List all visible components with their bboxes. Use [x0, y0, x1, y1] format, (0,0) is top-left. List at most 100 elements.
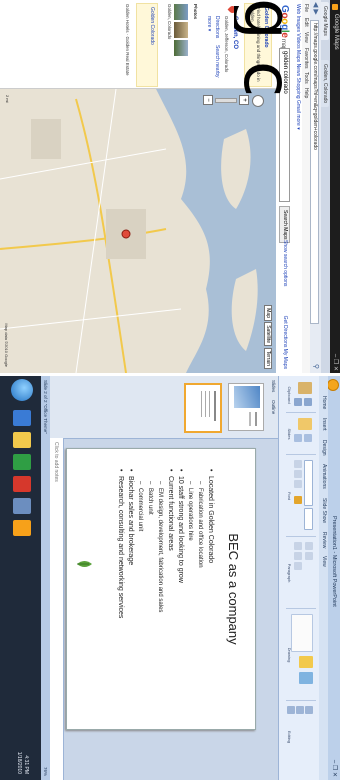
- numbering-icon[interactable]: [305, 552, 313, 560]
- tab-insert[interactable]: Insert: [321, 418, 327, 431]
- menu-help[interactable]: Help: [303, 88, 309, 98]
- cut-icon[interactable]: [304, 398, 312, 406]
- tab-design[interactable]: Design: [321, 440, 327, 456]
- office-button-icon[interactable]: [327, 379, 339, 391]
- map-type-terrain[interactable]: Terrain: [264, 347, 272, 369]
- reset-icon[interactable]: [294, 434, 302, 442]
- menu-file[interactable]: File: [303, 4, 309, 12]
- zoom-out-button[interactable]: −: [203, 95, 213, 105]
- directions-link[interactable]: Get Directions My Maps: [282, 316, 288, 369]
- font-size-select[interactable]: [304, 508, 313, 530]
- photo-thumbnail[interactable]: [174, 40, 188, 56]
- bold-icon[interactable]: [294, 460, 302, 468]
- zoom-slider[interactable]: [215, 98, 237, 103]
- tab-slides[interactable]: Slides: [271, 380, 276, 392]
- font-family-select[interactable]: [304, 460, 313, 506]
- search-options-link[interactable]: Show search options: [282, 240, 288, 286]
- bullet-text: Biochar sales and brokerage: [127, 476, 134, 566]
- window-title: Presentation1 - Microsoft PowerPoint: [331, 516, 337, 607]
- notes-pane[interactable]: Click to add notes: [49, 438, 64, 780]
- powerpoint-icon[interactable]: [13, 476, 31, 492]
- photo-thumbnail[interactable]: [174, 22, 188, 38]
- more-link[interactable]: more ▾: [206, 16, 212, 31]
- url-input[interactable]: http://maps.google.com/maps?hl=en&q=gold…: [310, 20, 319, 324]
- layout-icon[interactable]: [304, 434, 312, 442]
- slide-bullet[interactable]: – Fabrication and office location: [195, 469, 205, 719]
- address-bar: ◀ ▶ http://maps.google.com/maps?hl=en&q=…: [310, 0, 321, 373]
- shapes-gallery[interactable]: [291, 614, 313, 652]
- zoom-level[interactable]: 76%: [41, 767, 50, 776]
- thumbnail-text: [255, 412, 257, 426]
- slide-title[interactable]: BEC as a company: [226, 449, 241, 729]
- slide-bullet[interactable]: – Commercial unit: [135, 469, 145, 719]
- menu-tools[interactable]: Tools: [303, 72, 309, 84]
- tab-golden-colorado[interactable]: Golden, Colorado: [321, 60, 329, 108]
- slide-thumbnail[interactable]: [228, 383, 264, 431]
- tab-slide-show[interactable]: Slide Show: [321, 498, 327, 523]
- start-button-icon[interactable]: [11, 379, 33, 401]
- tab-view[interactable]: View: [321, 556, 327, 567]
- map-type-satellite[interactable]: Satellite: [264, 322, 272, 346]
- slide-bullet[interactable]: – Line operations hire: [185, 469, 195, 719]
- tab-animations[interactable]: Animations: [321, 464, 327, 489]
- window-title: Google Maps: [333, 14, 339, 50]
- paste-icon[interactable]: [298, 382, 312, 394]
- font-color-icon[interactable]: [294, 496, 302, 504]
- slide-bullet[interactable]: • 10 staff strong and looking to grow: [175, 469, 185, 719]
- system-clock[interactable]: 4:31 PM 1/18/2010: [15, 752, 29, 774]
- align-center-icon[interactable]: [294, 552, 302, 560]
- slide-bullet[interactable]: – EM design, development, fabrication and…: [155, 469, 165, 719]
- media-player-icon[interactable]: [13, 454, 31, 470]
- word-icon[interactable]: [13, 498, 31, 514]
- tab-google-maps[interactable]: Google Maps: [321, 2, 329, 40]
- search-maps-button[interactable]: Search Maps: [279, 206, 290, 244]
- map-canvas[interactable]: + − Map Satellite Terrain 2 mi Map data …: [0, 89, 276, 373]
- menu-edit[interactable]: Edit: [303, 18, 309, 27]
- photo-thumbnail[interactable]: [174, 4, 188, 20]
- slide-status: Slide 2 of 2 "Office Theme": [43, 380, 48, 434]
- bullets-icon[interactable]: [305, 542, 313, 550]
- slide-bullet[interactable]: • Current functional areas: [165, 469, 175, 719]
- slide-bullet[interactable]: – Batch unit: [145, 469, 155, 719]
- map-land-svg: [0, 89, 258, 373]
- underline-icon[interactable]: [294, 480, 302, 488]
- tab-review[interactable]: Review: [321, 532, 327, 548]
- menu-favorites[interactable]: Favorites: [303, 48, 309, 69]
- tab-home[interactable]: Home: [321, 396, 327, 409]
- firefox-icon[interactable]: [13, 520, 31, 536]
- slide-thumbnail-selected[interactable]: [184, 383, 222, 433]
- slide-bullet[interactable]: • Located in Golden Colorado: [205, 469, 215, 719]
- tab-outline[interactable]: Outline: [271, 400, 276, 414]
- search-nearby-link[interactable]: Search nearby: [214, 45, 220, 78]
- replace-icon[interactable]: [296, 706, 304, 714]
- thumbnail-text: [214, 391, 216, 421]
- back-forward-icon[interactable]: ◀ ▶: [312, 2, 320, 15]
- menu-view[interactable]: View: [303, 32, 309, 43]
- search-icon[interactable]: ⚲: [312, 364, 320, 369]
- map-type-map[interactable]: Map: [264, 305, 272, 321]
- ie-icon[interactable]: [13, 410, 31, 426]
- explorer-icon[interactable]: [13, 432, 31, 448]
- related-links[interactable]: Golden Hotels · Golden Real Estate: [124, 4, 130, 84]
- arrange-icon[interactable]: [299, 656, 313, 668]
- related-search-link[interactable]: Golden Colorado: [149, 7, 155, 45]
- bullet-text: Fabrication and office location: [197, 488, 203, 568]
- copy-icon[interactable]: [294, 398, 302, 406]
- related-search-box[interactable]: Golden Colorado: [136, 3, 158, 87]
- slide-bullet-list[interactable]: •Located in Golden Colorado –Fabrication …: [115, 469, 215, 719]
- find-icon[interactable]: [305, 706, 313, 714]
- result-address: Golden, Jefferson, Colorado: [224, 16, 229, 73]
- slide-bullet[interactable]: • Research, consulting and networking ser…: [115, 469, 125, 719]
- browser-icon: [332, 4, 338, 10]
- slide-bullet[interactable]: • Biochar sales and brokerage: [125, 469, 135, 719]
- align-left-icon[interactable]: [294, 542, 302, 550]
- align-right-icon[interactable]: [294, 562, 302, 570]
- window-controls[interactable]: – ❐ ✕: [331, 760, 338, 777]
- quick-styles-icon[interactable]: [299, 672, 313, 684]
- window-controls[interactable]: – ❐ ✕: [332, 354, 339, 371]
- map-pin-icon: [121, 229, 131, 239]
- directions-link[interactable]: Directions: [214, 16, 220, 38]
- slide-canvas[interactable]: BEC as a company • Located in Golden Colo…: [66, 448, 256, 730]
- italic-icon[interactable]: [294, 470, 302, 478]
- new-slide-icon[interactable]: [298, 418, 312, 430]
